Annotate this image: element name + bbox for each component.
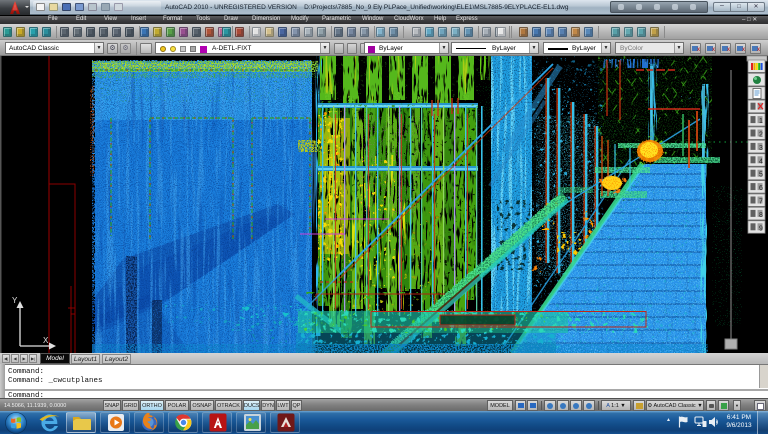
svg-text:1: 1	[759, 118, 763, 125]
svg-text:8: 8	[759, 212, 763, 219]
svg-text:X: X	[43, 336, 49, 345]
svg-text:5: 5	[759, 172, 763, 179]
svg-text:2: 2	[759, 132, 763, 139]
svg-text:7: 7	[759, 199, 763, 206]
svg-text:4: 4	[759, 158, 763, 165]
svg-text:9: 9	[759, 225, 763, 232]
svg-text:6: 6	[759, 185, 763, 192]
svg-text:3: 3	[759, 145, 763, 152]
svg-text:Y: Y	[12, 296, 18, 305]
